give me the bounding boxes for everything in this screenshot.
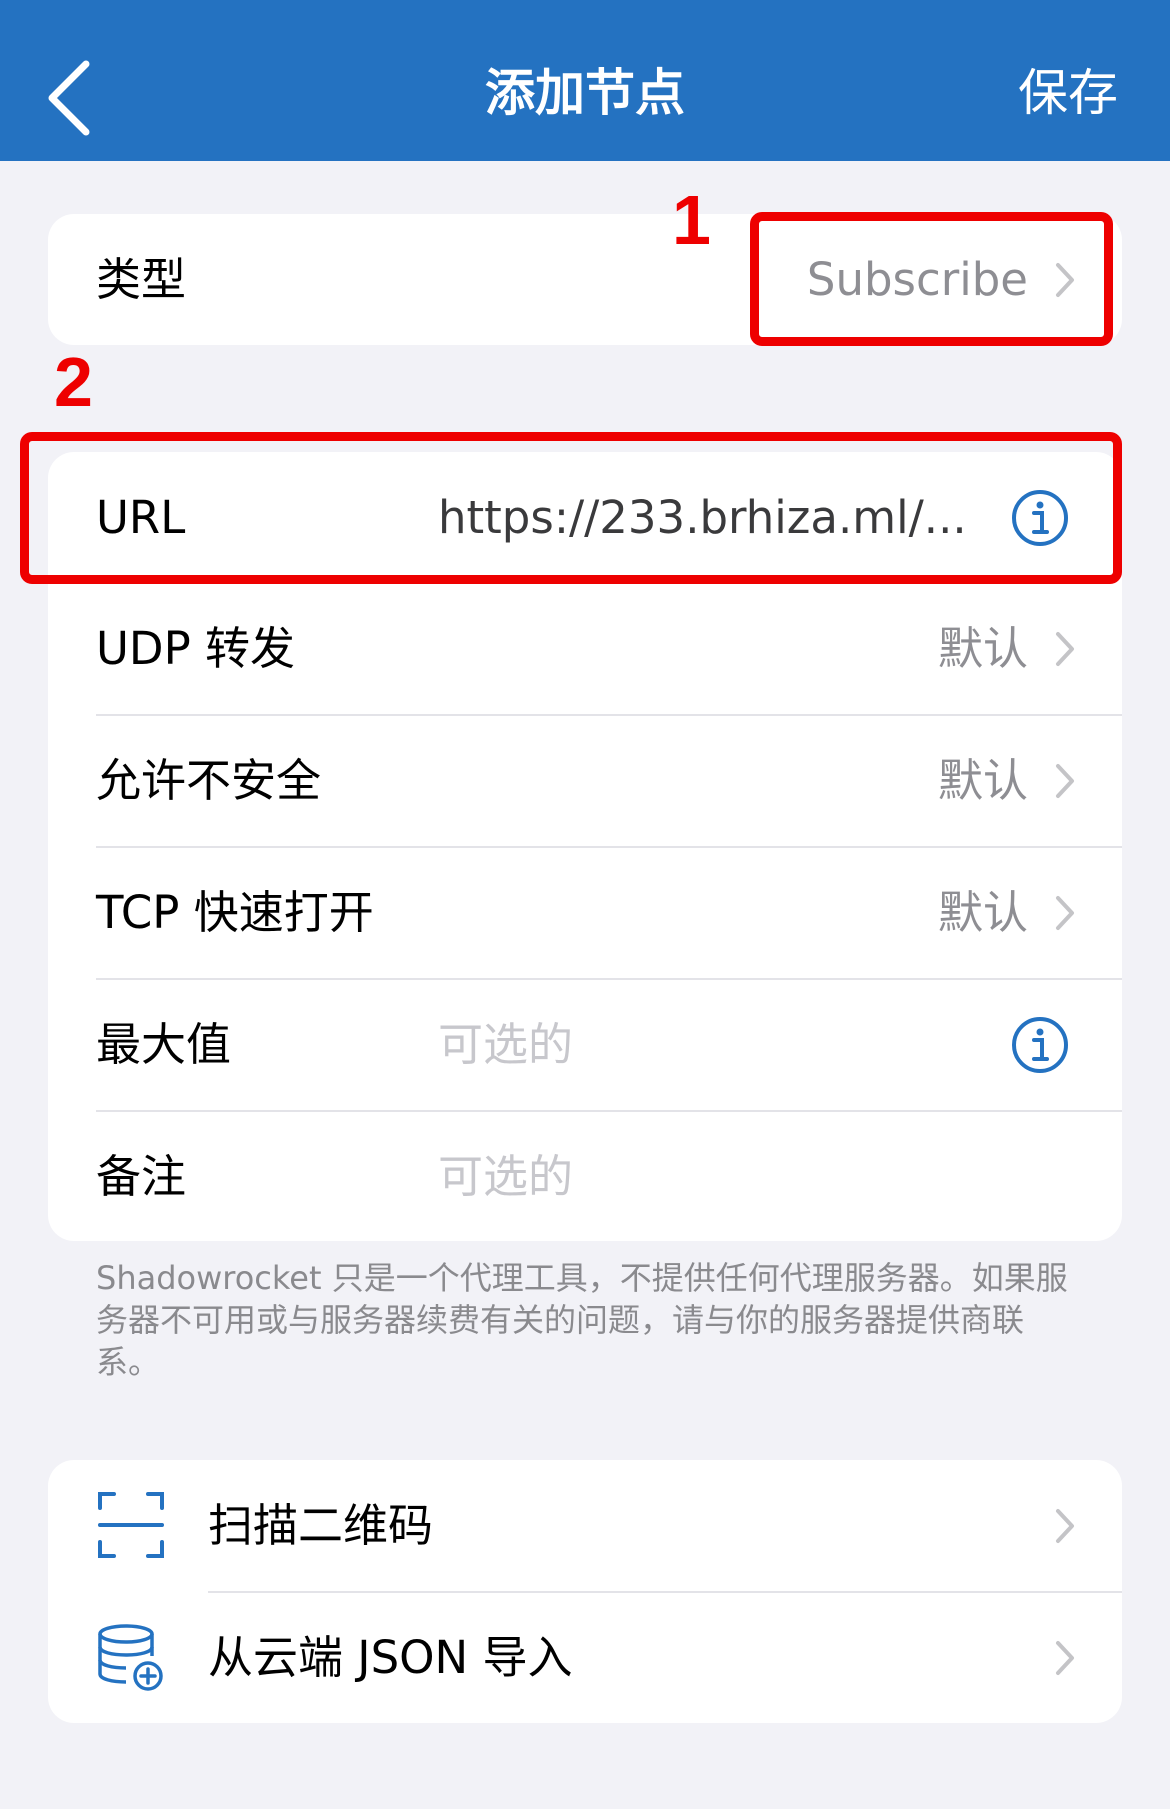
allow-insecure-row[interactable]: 允许不安全 默认 <box>48 715 1122 846</box>
import-actions-card: 扫描二维码 从云端 JSON 导入 <box>48 1460 1122 1723</box>
scan-qr-row[interactable]: 扫描二维码 <box>48 1460 1122 1591</box>
page-title: 添加节点 <box>485 64 685 122</box>
chevron-right-icon <box>1056 764 1074 798</box>
udp-forward-row[interactable]: UDP 转发 默认 <box>48 583 1122 714</box>
tcp-fast-open-value: 默认 <box>937 886 1028 939</box>
max-value-label: 最大值 <box>96 1018 232 1071</box>
remark-label: 备注 <box>96 1150 187 1203</box>
cloud-database-icon <box>98 1624 163 1691</box>
info-icon[interactable] <box>1010 1015 1070 1075</box>
type-label: 类型 <box>96 253 187 306</box>
udp-forward-label: UDP 转发 <box>96 622 296 675</box>
import-json-row[interactable]: 从云端 JSON 导入 <box>48 1592 1122 1723</box>
chevron-right-icon <box>1056 1641 1074 1675</box>
navigation-bar: 添加节点 保存 <box>0 0 1170 161</box>
tcp-fast-open-row[interactable]: TCP 快速打开 默认 <box>48 847 1122 978</box>
annotation-box-2 <box>20 432 1122 584</box>
allow-insecure-label: 允许不安全 <box>96 754 322 807</box>
import-json-label: 从云端 JSON 导入 <box>208 1631 573 1684</box>
udp-forward-value: 默认 <box>937 622 1028 675</box>
annotation-box-1 <box>750 212 1113 346</box>
scan-qr-label: 扫描二维码 <box>208 1499 434 1552</box>
max-value-row: 最大值 可选的 <box>48 979 1122 1110</box>
qr-scan-icon <box>98 1492 164 1558</box>
annotation-number-1: 1 <box>672 181 711 259</box>
save-button[interactable]: 保存 <box>1018 58 1118 128</box>
chevron-right-icon <box>1056 632 1074 666</box>
remark-input[interactable]: 可选的 <box>438 1111 573 1242</box>
remark-row: 备注 可选的 <box>48 1111 1122 1242</box>
chevron-right-icon <box>1056 1509 1074 1543</box>
tcp-fast-open-label: TCP 快速打开 <box>96 886 374 939</box>
chevron-right-icon <box>1056 896 1074 930</box>
max-value-input[interactable]: 可选的 <box>438 979 573 1110</box>
disclaimer-text: Shadowrocket 只是一个代理工具，不提供任何代理服务器。如果服务器不可… <box>96 1259 1068 1381</box>
annotation-number-2: 2 <box>54 343 93 421</box>
allow-insecure-value: 默认 <box>937 754 1028 807</box>
